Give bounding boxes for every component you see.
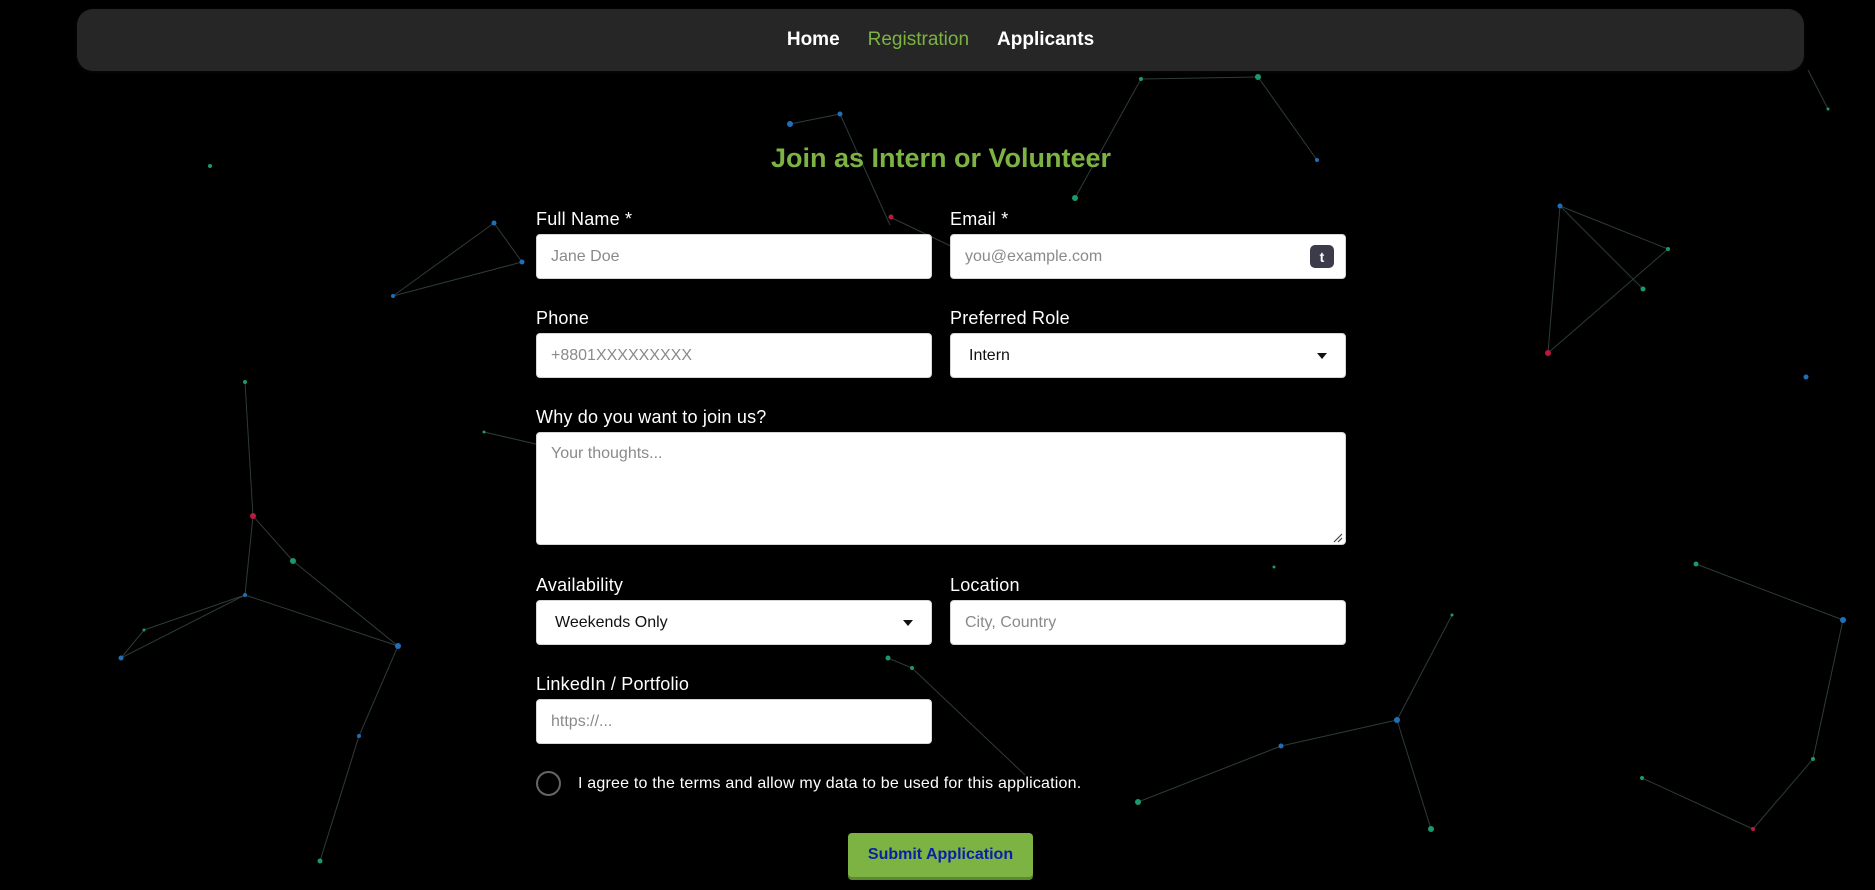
preferred-role-value: Intern (969, 346, 1010, 364)
chevron-down-icon (903, 619, 913, 626)
email-autofill-icon[interactable]: t (1310, 245, 1334, 268)
full-name-input[interactable] (536, 234, 932, 279)
form-title: Join as Intern or Volunteer (770, 143, 1112, 173)
agree-label[interactable]: I agree to the terms and allow my data t… (578, 775, 1081, 793)
nav-link-registration[interactable]: Registration (868, 29, 969, 51)
linkedin-label: LinkedIn / Portfolio (536, 674, 690, 694)
availability-select[interactable]: Weekends Only (536, 600, 932, 645)
location-input[interactable] (950, 600, 1346, 645)
why-join-textarea[interactable] (536, 432, 1346, 545)
phone-label: Phone (536, 308, 590, 328)
preferred-role-select[interactable]: Intern (950, 333, 1346, 378)
location-label: Location (950, 575, 1020, 595)
page: Home Registration Applicants Join as Int… (0, 0, 1875, 890)
phone-input[interactable] (536, 333, 932, 378)
submit-button[interactable]: Submit Application (848, 833, 1033, 877)
top-navbar: Home Registration Applicants (77, 9, 1804, 71)
availability-value: Weekends Only (555, 613, 668, 631)
preferred-role-label: Preferred Role (950, 308, 1070, 328)
resize-grip-icon[interactable] (1333, 533, 1343, 543)
linkedin-input[interactable] (536, 699, 932, 744)
availability-label: Availability (536, 575, 624, 595)
nav-link-applicants[interactable]: Applicants (997, 29, 1094, 51)
nav-link-home[interactable]: Home (787, 29, 840, 51)
email-label: Email * (950, 209, 1009, 229)
full-name-label: Full Name * (536, 209, 633, 229)
chevron-down-icon (1317, 352, 1327, 359)
email-input[interactable] (950, 234, 1346, 279)
why-join-label: Why do you want to join us? (536, 407, 767, 427)
agree-checkbox[interactable] (536, 771, 561, 796)
